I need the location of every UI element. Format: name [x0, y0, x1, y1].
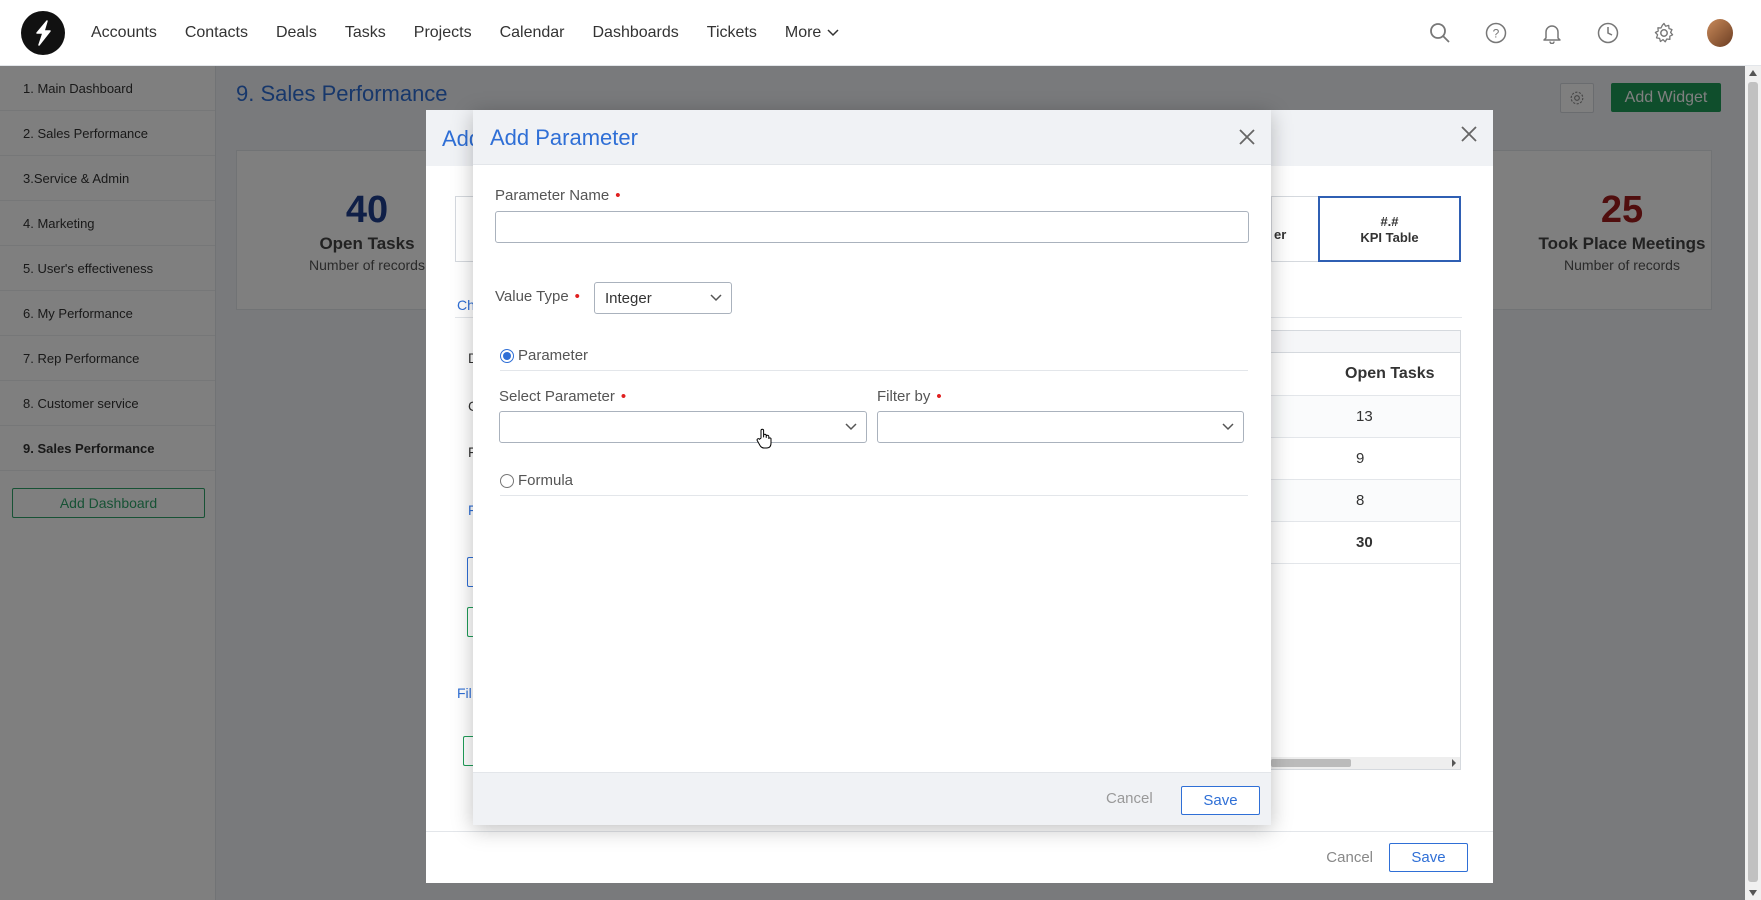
table-row: 13 [1271, 396, 1460, 438]
nav-item-tasks[interactable]: Tasks [345, 24, 386, 42]
table-total-row: 30 [1271, 522, 1460, 564]
close-icon[interactable] [1459, 124, 1479, 144]
avatar-image [1707, 19, 1733, 47]
logo-mark-icon [36, 19, 51, 46]
nav-item-tickets[interactable]: Tickets [707, 24, 757, 42]
add-parameter-modal-footer: Cancel Save [473, 772, 1271, 825]
required-marker: • [574, 288, 580, 305]
select-parameter-label-text: Select Parameter [499, 388, 615, 405]
page-scrollbar[interactable] [1745, 66, 1761, 900]
nav-item-more[interactable]: More [785, 24, 839, 42]
value-type-label: Value Type • [495, 288, 580, 305]
nav-item-projects[interactable]: Projects [414, 24, 472, 42]
select-parameter-dropdown[interactable] [499, 411, 867, 443]
parameter-name-label-text: Parameter Name [495, 187, 610, 204]
top-nav: Accounts Contacts Deals Tasks Projects C… [0, 0, 1761, 66]
hand-cursor-icon [756, 428, 772, 449]
table-header: Open Tasks [1271, 353, 1460, 396]
svg-text:?: ? [1493, 27, 1500, 41]
bg-save-button[interactable]: Save [1389, 843, 1468, 872]
nav-item-contacts[interactable]: Contacts [185, 24, 248, 42]
nav-more-label: More [784, 23, 822, 41]
nav-icons: ? [1427, 0, 1733, 66]
value-type-label-text: Value Type [495, 288, 569, 305]
app-logo[interactable] [21, 10, 65, 55]
table-top-bar [1271, 331, 1460, 353]
filters-link[interactable]: Fil [457, 685, 472, 701]
help-icon[interactable]: ? [1483, 20, 1509, 46]
scrollbar-thumb[interactable] [1271, 759, 1351, 767]
parameter-name-input[interactable] [495, 211, 1249, 243]
table-horizontal-scrollbar[interactable] [1271, 757, 1460, 769]
nav-item-calendar[interactable]: Calendar [500, 24, 565, 42]
value-type-select[interactable]: Integer [594, 282, 732, 314]
history-clock-icon[interactable] [1595, 20, 1621, 46]
add-widget-modal-footer: Cancel Save [426, 831, 1493, 883]
chevron-down-icon [710, 294, 722, 302]
nav-item-deals[interactable]: Deals [276, 24, 317, 42]
chevron-down-icon [827, 28, 839, 36]
filter-by-label: Filter by • [877, 388, 942, 405]
formula-radio[interactable] [500, 473, 514, 488]
widget-type-tile[interactable] [455, 196, 473, 262]
formula-radio-label: Formula [518, 472, 574, 489]
parameter-name-label: Parameter Name • [495, 187, 620, 204]
required-marker: • [615, 187, 621, 204]
filter-by-label-text: Filter by [877, 388, 931, 405]
add-parameter-modal: Add Parameter Parameter Name • Value Type… [473, 110, 1271, 825]
modal-title: Add Parameter [490, 125, 638, 150]
required-marker: • [936, 388, 942, 405]
nav-menu: Accounts Contacts Deals Tasks Projects C… [91, 0, 867, 66]
table-row: 9 [1271, 438, 1460, 480]
nav-item-accounts[interactable]: Accounts [91, 24, 157, 42]
save-button[interactable]: Save [1181, 786, 1260, 815]
scroll-right-arrow-icon[interactable] [1451, 759, 1457, 767]
bg-cancel-button[interactable]: Cancel [1326, 849, 1373, 866]
nav-item-dashboards[interactable]: Dashboards [593, 24, 679, 42]
kpi-table-symbol: #.# [1380, 214, 1399, 229]
gear-icon[interactable] [1651, 20, 1677, 46]
formula-radio-row[interactable]: Formula [500, 466, 1248, 496]
add-parameter-modal-header: Add Parameter [473, 110, 1271, 165]
close-icon[interactable] [1237, 127, 1257, 147]
user-avatar[interactable] [1707, 19, 1733, 47]
scroll-up-arrow-icon[interactable] [1749, 70, 1757, 76]
chevron-down-icon [845, 423, 857, 431]
scrollbar-thumb[interactable] [1748, 82, 1758, 882]
search-icon[interactable] [1427, 20, 1453, 46]
kpi-table-label: KPI Table [1360, 230, 1419, 245]
scroll-down-arrow-icon[interactable] [1749, 890, 1757, 896]
chevron-down-icon [1222, 423, 1234, 431]
select-parameter-label: Select Parameter • [499, 388, 626, 405]
cancel-button[interactable]: Cancel [1106, 790, 1153, 807]
parameter-radio-label: Parameter [518, 347, 589, 364]
widget-type-kpi-table[interactable]: #.# KPI Table [1318, 196, 1461, 262]
required-marker: • [620, 388, 627, 405]
parameter-radio-row[interactable]: Parameter [500, 341, 1248, 371]
table-row: 8 [1271, 480, 1460, 522]
parameter-radio[interactable] [500, 348, 514, 363]
kpi-table-preview: Open Tasks 13 9 8 30 [1270, 330, 1461, 770]
value-type-selected: Integer [605, 289, 652, 307]
bell-icon[interactable] [1539, 20, 1565, 46]
filter-by-dropdown[interactable] [877, 411, 1244, 443]
